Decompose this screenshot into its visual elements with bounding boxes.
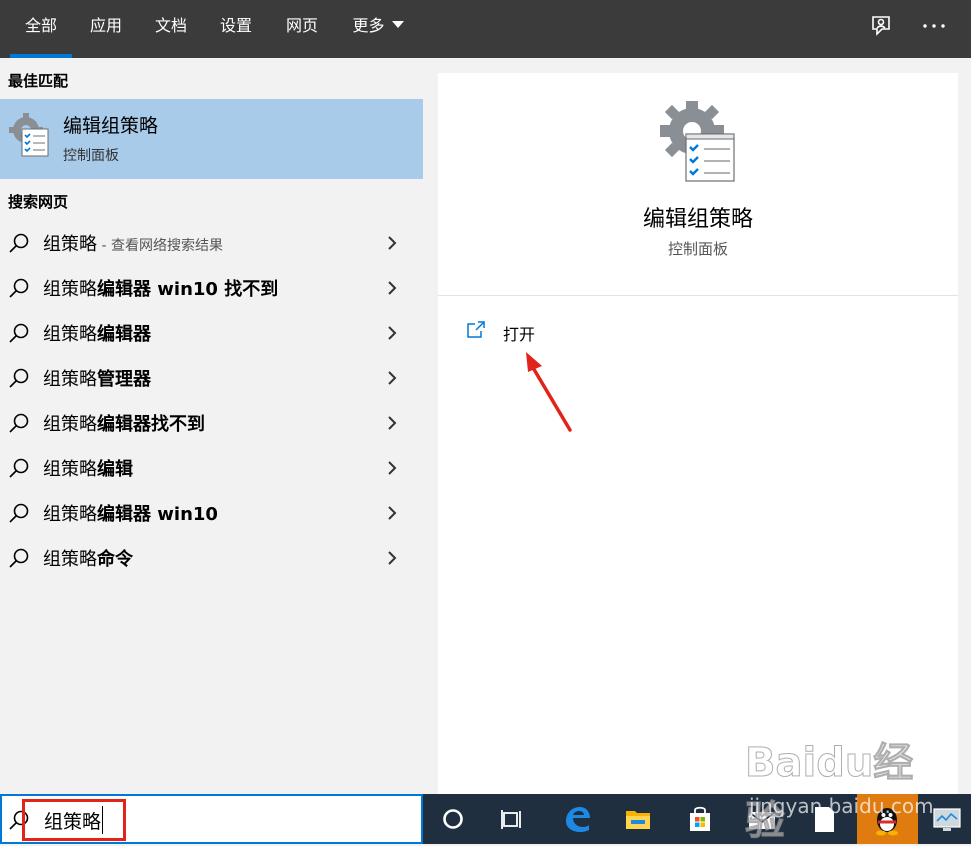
search-input[interactable] [44, 806, 344, 834]
web-search-item[interactable]: 组策略编辑器找不到 [0, 400, 423, 445]
task-view-icon[interactable] [496, 802, 530, 836]
web-search-text: 组策略编辑 [43, 455, 133, 481]
query-suggestion: 编辑器 win10 [97, 504, 218, 525]
query-suggestion: 编辑 [97, 459, 133, 480]
detail-panel: 编辑组策略 控制面板 打开 [438, 73, 958, 794]
web-search-text: 组策略编辑器 win10 [43, 500, 218, 526]
tab-settings[interactable]: 设置 [210, 0, 262, 58]
text-cursor [102, 806, 103, 834]
group-policy-icon [660, 101, 736, 183]
store-icon[interactable] [683, 802, 717, 836]
search-box[interactable] [0, 794, 423, 844]
query-prefix: 组策略 [43, 459, 97, 480]
search-icon [8, 232, 30, 254]
chevron-right-icon [384, 234, 400, 252]
detail-subtitle: 控制面板 [667, 240, 728, 258]
open-action[interactable]: 打开 [466, 317, 666, 347]
tab-label: 全部 [24, 16, 57, 35]
chevron-right-icon [384, 369, 400, 387]
chevron-down-icon [391, 21, 404, 28]
divider [438, 295, 958, 296]
open-label: 打开 [503, 325, 536, 344]
web-search-item[interactable]: 组策略编辑器 [0, 310, 423, 355]
search-icon [8, 809, 30, 831]
feedback-icon[interactable] [867, 12, 895, 40]
query-suggestion: 编辑器找不到 [97, 414, 205, 435]
results-panel: 最佳匹配 编辑组策略 控制面板 搜索网页 组策略 - 查看网络搜索结果 组策略编辑… [0, 58, 423, 794]
query-prefix: 组策略 [43, 324, 97, 345]
tab-label: 文档 [154, 16, 187, 35]
web-search-item[interactable]: 组策略 - 查看网络搜索结果 [0, 220, 423, 265]
tab-label: 应用 [89, 16, 122, 35]
query-prefix: 组策略 [43, 369, 97, 390]
web-search-text: 组策略编辑器找不到 [43, 410, 205, 436]
query-prefix: 组策略 [43, 234, 97, 255]
web-search-text: 组策略管理器 [43, 365, 151, 391]
web-search-text: 组策略编辑器 win10 找不到 [43, 275, 278, 301]
web-search-item[interactable]: 组策略命令 [0, 535, 423, 580]
search-icon [8, 547, 30, 569]
chevron-right-icon [384, 279, 400, 297]
mail-icon[interactable] [745, 802, 779, 836]
tab-web[interactable]: 网页 [276, 0, 328, 58]
web-search-header: 搜索网页 [8, 193, 69, 211]
cortana-icon[interactable] [436, 802, 470, 836]
best-match-item[interactable]: 编辑组策略 控制面板 [0, 99, 423, 179]
search-icon [8, 412, 30, 434]
open-external-icon [466, 320, 486, 340]
file-explorer-icon[interactable] [621, 802, 655, 836]
best-match-header: 最佳匹配 [8, 72, 69, 90]
query-suggestion: 管理器 [97, 369, 151, 390]
query-suggestion: 命令 [97, 549, 133, 570]
chevron-right-icon [384, 459, 400, 477]
query-prefix: 组策略 [43, 504, 97, 525]
search-icon [8, 457, 30, 479]
chevron-right-icon [384, 504, 400, 522]
search-icon [8, 277, 30, 299]
annotation-arrow-icon [518, 346, 578, 436]
document-icon[interactable] [807, 802, 841, 836]
web-search-item[interactable]: 组策略管理器 [0, 355, 423, 400]
monitor-icon[interactable] [930, 802, 964, 836]
query-suggestion: 编辑器 win10 找不到 [97, 279, 279, 300]
edge-icon[interactable] [560, 802, 594, 836]
web-search-text: 组策略编辑器 [43, 320, 151, 346]
query-prefix: 组策略 [43, 549, 97, 570]
qq-icon[interactable] [870, 802, 904, 836]
query-hint: - 查看网络搜索结果 [97, 238, 223, 254]
tab-documents[interactable]: 文档 [145, 0, 197, 58]
search-icon [8, 322, 30, 344]
chevron-right-icon [384, 414, 400, 432]
detail-title: 编辑组策略 [642, 207, 753, 232]
taskbar [0, 794, 971, 844]
tab-all[interactable]: 全部 [10, 0, 72, 58]
query-prefix: 组策略 [43, 414, 97, 435]
tab-label: 更多 [352, 16, 385, 35]
best-match-title: 编辑组策略 [63, 115, 159, 137]
web-search-item[interactable]: 组策略编辑器 win10 找不到 [0, 265, 423, 310]
tab-apps[interactable]: 应用 [80, 0, 132, 58]
best-match-subtitle: 控制面板 [63, 148, 119, 164]
query-suggestion: 编辑器 [97, 324, 151, 345]
tab-label: 设置 [219, 16, 252, 35]
tab-label: 网页 [285, 16, 318, 35]
more-options-icon[interactable] [920, 12, 948, 40]
web-search-item[interactable]: 组策略编辑 [0, 445, 423, 490]
search-icon [8, 502, 30, 524]
chevron-right-icon [384, 549, 400, 567]
web-search-text: 组策略命令 [43, 545, 133, 571]
top-tab-bar: 全部 应用 文档 设置 网页 更多 [0, 0, 971, 58]
query-prefix: 组策略 [43, 279, 97, 300]
group-policy-icon [8, 113, 50, 157]
chevron-right-icon [384, 324, 400, 342]
search-icon [8, 367, 30, 389]
web-search-item[interactable]: 组策略编辑器 win10 [0, 490, 423, 535]
tab-more[interactable]: 更多 [342, 0, 414, 58]
web-search-text: 组策略 - 查看网络搜索结果 [43, 230, 223, 256]
